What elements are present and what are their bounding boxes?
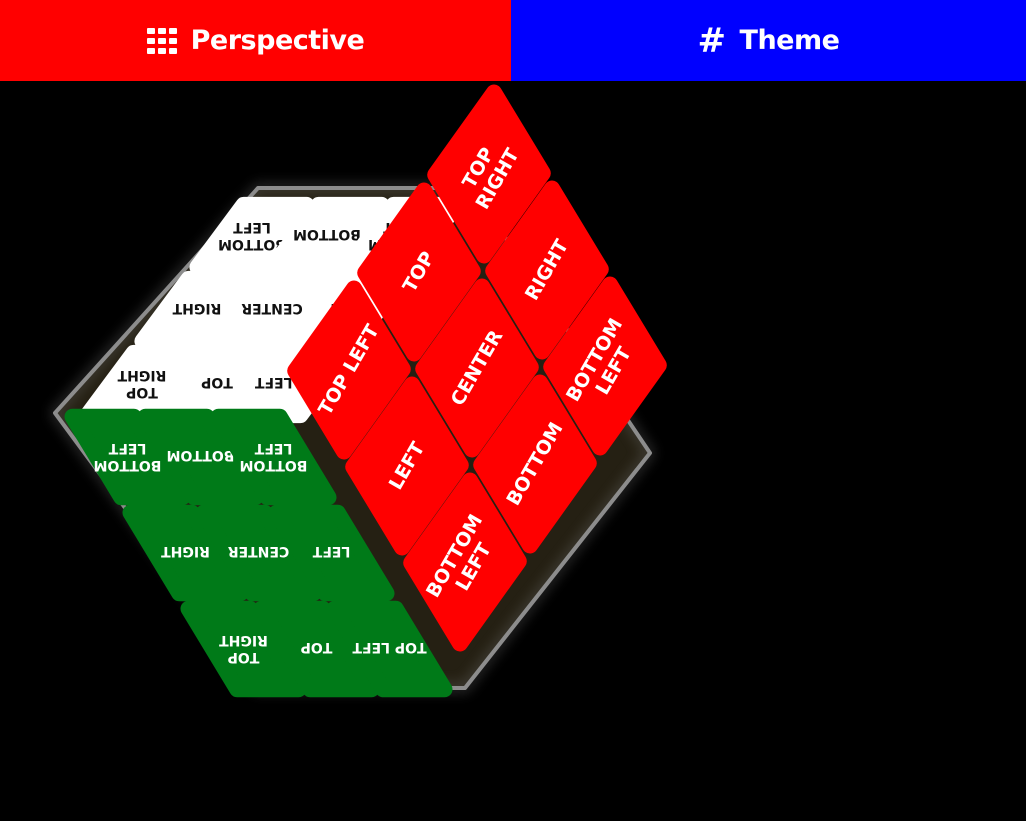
sticker-label: CENTER [228,543,290,559]
sticker-label: RIGHT [172,300,221,316]
tab-perspective-label: Perspective [190,25,365,56]
rubiks-cube[interactable]: BOTTOMLEFTBOTTOMBOTTOMLEFTRIGHTCENTERLEF… [0,81,1026,821]
sticker-label: TOP [201,374,233,390]
hash-icon: # [697,20,727,61]
sticker-label: TOP LEFT [352,639,427,655]
tab-theme-label: Theme [739,25,840,56]
grid-icon [146,27,177,54]
tab-theme[interactable]: # Theme [511,0,1026,81]
sticker-label: CENTER [241,300,303,316]
sticker-label: LEFT [312,543,350,559]
sticker-label: TOP [301,639,333,655]
tab-perspective[interactable]: Perspective [0,0,511,81]
top-bar: Perspective # Theme [0,0,1026,81]
cube-scene[interactable]: BOTTOMLEFTBOTTOMBOTTOMLEFTRIGHTCENTERLEF… [0,81,1026,821]
sticker-label: BOTTOM [167,447,235,463]
sticker-label: BOTTOM [293,226,361,242]
sticker-label: RIGHT [161,543,210,559]
